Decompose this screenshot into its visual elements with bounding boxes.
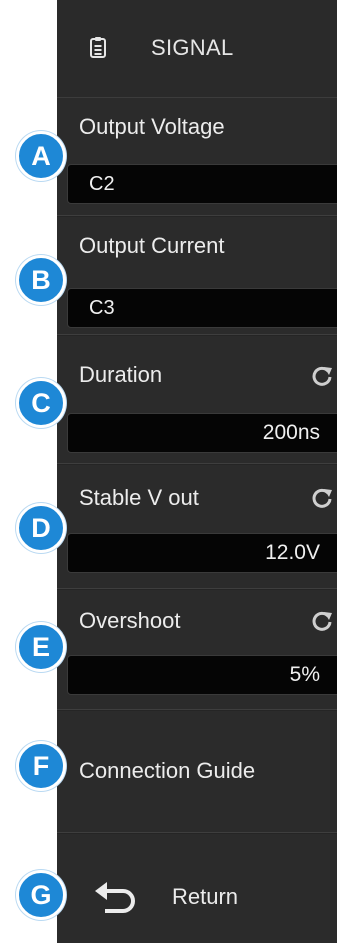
menu-title: SIGNAL (151, 35, 234, 60)
overshoot-input[interactable]: 5% (67, 655, 337, 695)
return-arrow-icon (95, 882, 135, 913)
return-button[interactable]: Return (57, 834, 337, 943)
output-current-select[interactable]: C3 (67, 288, 337, 328)
output-current-value: C3 (89, 297, 115, 319)
callout-badge-e: E (16, 622, 66, 672)
output-current-label: Output Current (79, 233, 225, 258)
output-voltage-value: C2 (89, 173, 115, 195)
stable-vout-input[interactable]: 12.0V (67, 533, 337, 573)
refresh-icon[interactable] (311, 610, 333, 632)
callout-badge-g: G (16, 870, 66, 920)
overshoot-item[interactable]: Overshoot 5% (57, 590, 337, 710)
signal-menu-screen: SIGNAL Output Voltage C2 Output Current … (0, 0, 337, 943)
output-voltage-item[interactable]: Output Voltage C2 (57, 98, 337, 216)
connection-guide-item[interactable]: Connection Guide (57, 711, 337, 833)
menu-header: SIGNAL (57, 0, 337, 98)
overshoot-value: 5% (289, 663, 320, 686)
refresh-icon[interactable] (311, 487, 333, 509)
duration-label: Duration (79, 362, 163, 387)
output-current-item[interactable]: Output Current C3 (57, 217, 337, 335)
overshoot-label: Overshoot (79, 608, 181, 633)
output-voltage-select[interactable]: C2 (67, 164, 337, 204)
clipboard-icon (90, 37, 106, 58)
callout-badge-f: F (16, 741, 66, 791)
stable-vout-item[interactable]: Stable V out 12.0V (57, 465, 337, 589)
connection-guide-label: Connection Guide (79, 758, 256, 783)
stable-vout-label: Stable V out (79, 485, 199, 510)
callout-badge-b: B (16, 255, 66, 305)
refresh-icon[interactable] (311, 365, 333, 387)
duration-item[interactable]: Duration 200ns (57, 336, 337, 464)
callout-badge-a: A (16, 131, 66, 181)
stable-vout-value: 12.0V (265, 541, 320, 564)
return-label: Return (172, 884, 239, 909)
callout-badge-d: D (16, 503, 66, 553)
signal-menu-panel: SIGNAL Output Voltage C2 Output Current … (57, 0, 337, 943)
duration-input[interactable]: 200ns (67, 413, 337, 453)
callout-badge-c: C (16, 378, 66, 428)
output-voltage-label: Output Voltage (79, 114, 225, 139)
duration-value: 200ns (262, 421, 320, 444)
